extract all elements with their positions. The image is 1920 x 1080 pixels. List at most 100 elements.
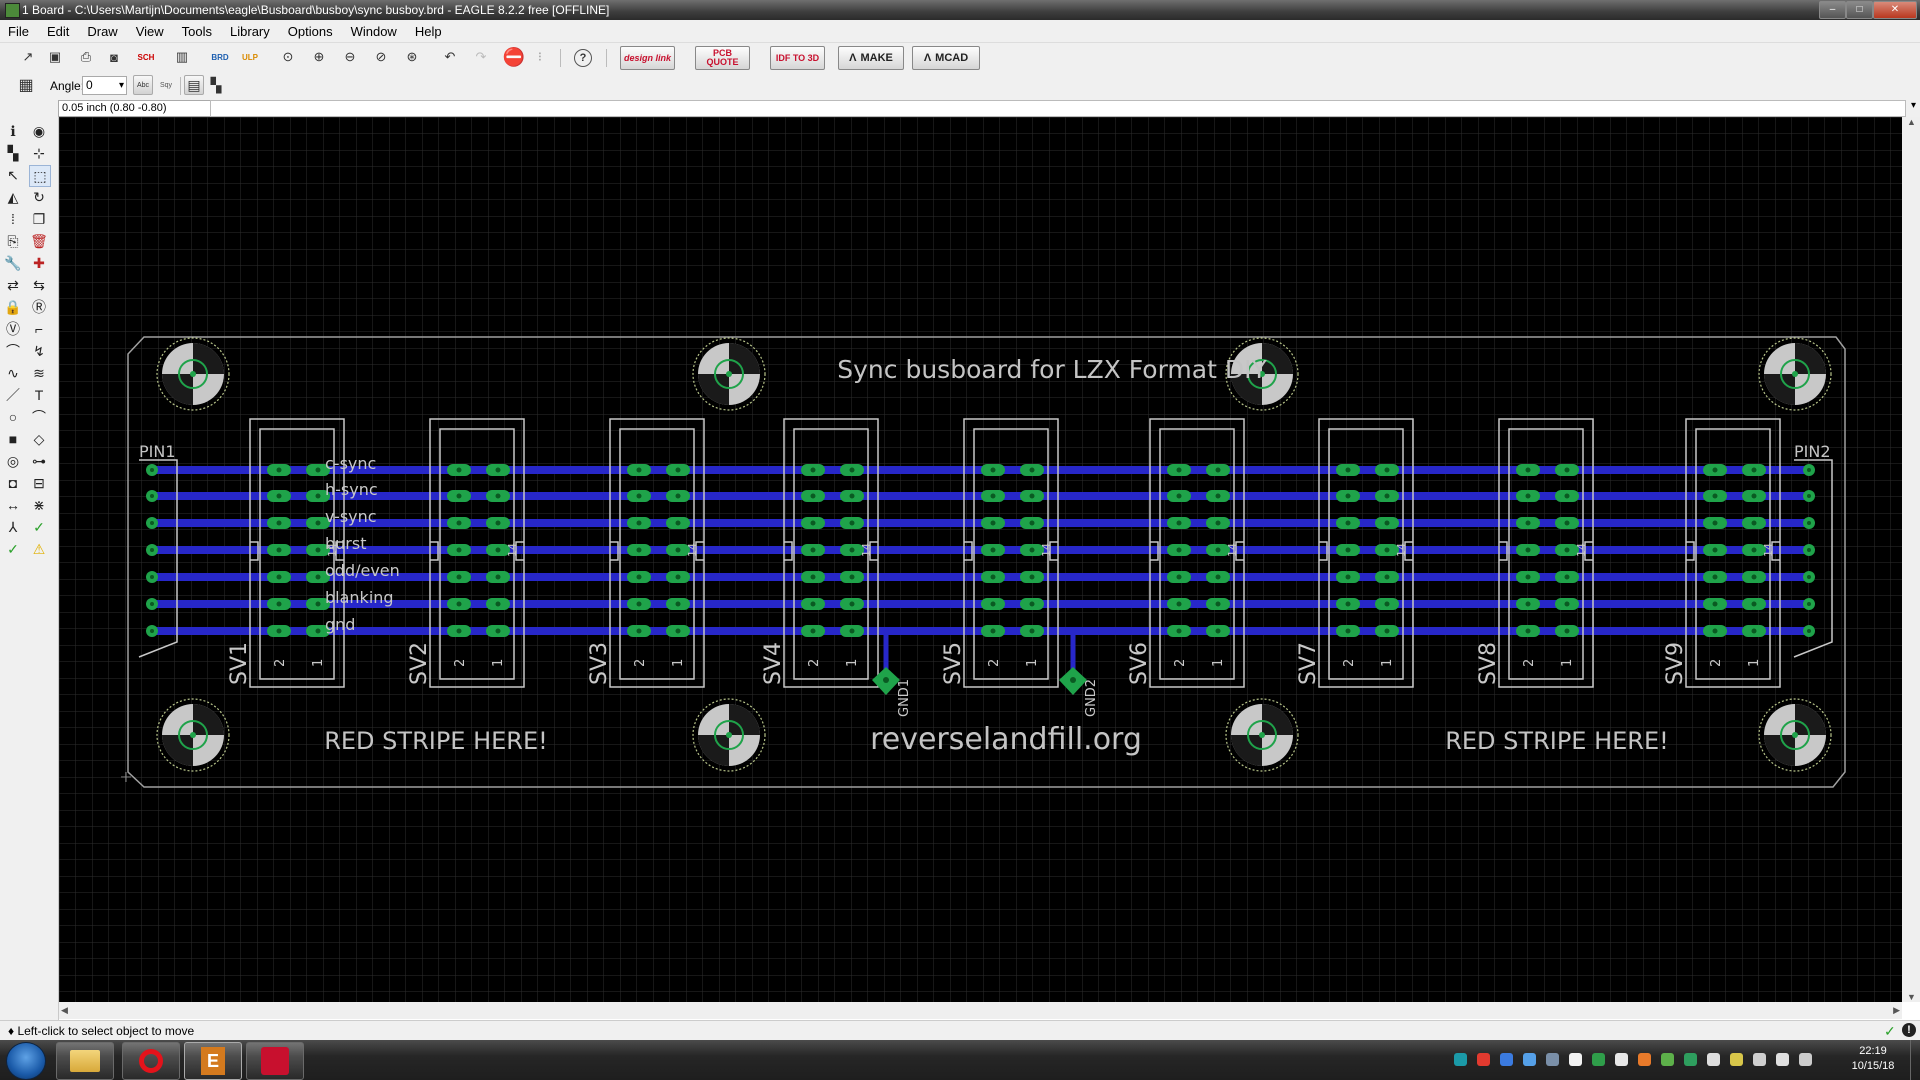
split-icon[interactable]: ⌐ (29, 319, 49, 339)
horizontal-scrollbar[interactable]: ◀ ▶ (59, 1002, 1902, 1019)
mark-icon[interactable]: ⊹ (29, 143, 49, 163)
tray-icon[interactable] (1638, 1053, 1651, 1066)
switch-to-schematic-icon[interactable]: SCH (136, 47, 156, 67)
tray-icon[interactable] (1730, 1053, 1743, 1066)
tray-icon[interactable] (1546, 1053, 1559, 1066)
maximize-button[interactable]: □ (1846, 1, 1873, 19)
layout-multi-icon[interactable]: ▚ (206, 75, 226, 95)
rect-icon[interactable]: ■ (3, 429, 23, 449)
drc-check-icon[interactable]: ✓ (1884, 1023, 1896, 1040)
tray-icon[interactable] (1569, 1053, 1582, 1066)
help-icon[interactable]: ? (574, 49, 592, 67)
move-icon[interactable]: ↖ (3, 165, 23, 185)
vertical-scrollbar[interactable]: ▲ ▼ (1902, 117, 1920, 1002)
autorouter-icon[interactable]: ⅄ (3, 517, 23, 537)
paste-icon[interactable]: ⎘ (3, 231, 23, 251)
menu-tools[interactable]: Tools (173, 20, 221, 39)
tray-icon[interactable] (1707, 1053, 1720, 1066)
zoom-fit-icon[interactable]: ⊙ (278, 47, 298, 67)
layers-icon[interactable]: ▚ (3, 143, 23, 163)
group-icon[interactable]: ⬚ (29, 165, 51, 187)
errors-icon[interactable]: ⚠ (29, 539, 49, 559)
run-ulp-icon[interactable]: ULP (240, 47, 260, 67)
go-icon[interactable]: ⁝ (530, 47, 550, 67)
change-icon[interactable]: ⇆ (29, 275, 49, 295)
via-icon[interactable]: ◎ (3, 451, 23, 471)
dimension-icon[interactable]: ↔ (3, 495, 23, 515)
add-icon[interactable]: ✚ (29, 253, 49, 273)
scroll-left-icon[interactable]: ◀ (61, 1005, 68, 1016)
board-drawing[interactable]: 2 1 14 SV1 2 1 14 SV2 2 1 14 SV3 2 1 14 SV4 2 1 14 SV5 2 1 14 S… (59, 117, 1902, 1002)
tray-icon[interactable] (1500, 1053, 1513, 1066)
run-script-icon[interactable]: BRD (210, 47, 230, 67)
hole-icon[interactable]: ◘ (3, 473, 23, 493)
zoom-out-icon[interactable]: ⊖ (340, 47, 360, 67)
menu-draw[interactable]: Draw (78, 20, 126, 39)
route-icon[interactable]: ∿ (3, 363, 23, 383)
name-icon[interactable]: Ⓡ (29, 297, 49, 317)
board-canvas[interactable]: 2 1 14 SV1 2 1 14 SV2 2 1 14 SV3 2 1 14 SV4 2 1 14 SV5 2 1 14 S… (59, 117, 1902, 1002)
pcb-quote-button[interactable]: PCB QUOTE (695, 46, 750, 70)
replace-icon[interactable]: ⇄ (3, 275, 23, 295)
delete-icon[interactable]: 🗑 (29, 231, 49, 251)
circle-icon[interactable]: ○ (3, 407, 23, 427)
drc-icon[interactable]: ✓ (3, 539, 23, 559)
tray-icon[interactable] (1753, 1053, 1766, 1066)
wrench-icon[interactable]: 🔧 (3, 253, 23, 273)
eagle-taskbar-icon[interactable]: E (184, 1042, 242, 1080)
tray-icon[interactable] (1684, 1053, 1697, 1066)
acrobat-taskbar-icon[interactable] (246, 1042, 304, 1080)
make-button[interactable]: Λ MAKE (838, 46, 904, 70)
print-icon[interactable]: ⎙ (76, 47, 96, 67)
signal-icon[interactable]: ⊶ (29, 451, 49, 471)
idf-to-3d-button[interactable]: IDF TO 3D (770, 46, 825, 70)
explorer-taskbar-icon[interactable] (56, 1042, 114, 1080)
arc-icon[interactable]: ⌒ (29, 407, 49, 427)
design-link-button[interactable]: design link (620, 46, 675, 70)
optimize-icon[interactable]: ⁞ (3, 209, 23, 229)
opera-taskbar-icon[interactable] (122, 1042, 180, 1080)
tray-icon[interactable] (1799, 1053, 1812, 1066)
menu-library[interactable]: Library (221, 20, 279, 39)
ripup-icon[interactable]: ↯ (29, 341, 49, 361)
text-mirror-button[interactable]: Abc (133, 75, 153, 95)
ratsnest-icon[interactable]: ⋇ (29, 495, 49, 515)
copy-icon[interactable]: ❐ (29, 209, 49, 229)
tray-icon[interactable] (1661, 1053, 1674, 1066)
zoom-in-icon[interactable]: ⊕ (309, 47, 329, 67)
menu-help[interactable]: Help (406, 20, 451, 39)
rotate-icon[interactable]: ↻ (29, 187, 49, 207)
menu-edit[interactable]: Edit (38, 20, 78, 39)
tray-icon[interactable] (1615, 1053, 1628, 1066)
cam-processor-icon[interactable]: ◙ (104, 47, 124, 67)
menu-window[interactable]: Window (342, 20, 406, 39)
lock-icon[interactable]: 🔒 (3, 297, 23, 317)
layout-single-icon[interactable]: ▤ (184, 75, 204, 95)
text-spin-button[interactable]: Sqy (156, 75, 176, 95)
zoom-redraw-icon[interactable]: ⊘ (371, 47, 391, 67)
mcad-button[interactable]: Λ MCAD (912, 46, 980, 70)
value-icon[interactable]: Ⓥ (3, 319, 23, 339)
miter-icon[interactable]: ⌒ (3, 341, 23, 361)
scroll-right-icon[interactable]: ▶ (1893, 1005, 1900, 1016)
grid-icon[interactable]: ▦ (16, 75, 36, 95)
minimize-button[interactable]: – (1819, 1, 1846, 19)
scroll-up-icon[interactable]: ▲ (1907, 117, 1916, 127)
mirror-icon[interactable]: ◭ (3, 187, 23, 207)
scroll-down-icon[interactable]: ▼ (1907, 992, 1916, 1002)
show-desktop-button[interactable] (1910, 1040, 1920, 1080)
menu-file[interactable]: File (0, 20, 38, 39)
wire-icon[interactable]: ／ (3, 385, 23, 405)
tray-icon[interactable] (1592, 1053, 1605, 1066)
angle-select[interactable]: 0 (82, 76, 127, 95)
close-button[interactable]: ✕ (1873, 1, 1917, 19)
undo-icon[interactable]: ↶ (440, 47, 460, 67)
tray-icon[interactable] (1523, 1053, 1536, 1066)
system-clock[interactable]: 22:19 10/15/18 (1840, 1044, 1906, 1074)
meander-icon[interactable]: ≋ (29, 363, 49, 383)
info-icon[interactable]: ! (1902, 1023, 1916, 1037)
tray-icon[interactable] (1477, 1053, 1490, 1066)
save-icon[interactable]: ▣ (45, 47, 65, 67)
menu-view[interactable]: View (127, 20, 173, 39)
zoom-select-icon[interactable]: ⊛ (402, 47, 422, 67)
